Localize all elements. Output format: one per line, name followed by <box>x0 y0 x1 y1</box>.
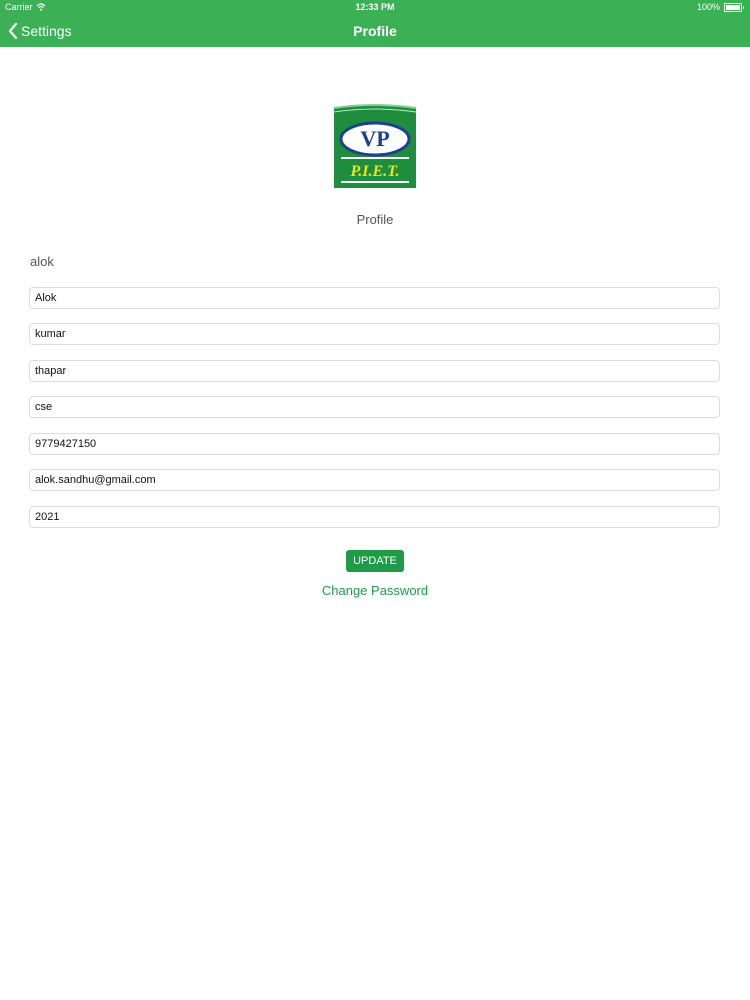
email-field[interactable] <box>29 469 720 491</box>
year-field[interactable] <box>29 506 720 528</box>
first-name-field[interactable] <box>29 287 720 309</box>
username-label: alok <box>30 254 54 269</box>
last-name-field[interactable] <box>29 360 720 382</box>
change-password-link[interactable]: Change Password <box>0 583 750 598</box>
clock: 12:33 PM <box>355 2 395 12</box>
update-button[interactable]: UPDATE <box>346 550 404 572</box>
battery-icon <box>724 2 742 12</box>
svg-text:VP: VP <box>360 126 389 151</box>
status-bar: Carrier 12:33 PM 100% <box>0 0 750 15</box>
navigation-bar: Carrier 12:33 PM 100% Settings Profile <box>0 0 750 47</box>
battery-indicator: 100% <box>697 2 744 12</box>
college-logo: VP P.I.E.T. <box>333 104 417 188</box>
middle-name-field[interactable] <box>29 323 720 345</box>
branch-field[interactable] <box>29 396 720 418</box>
page-title: Profile <box>353 23 397 39</box>
battery-tip <box>743 5 744 9</box>
battery-percent: 100% <box>696 2 720 12</box>
phone-field[interactable] <box>29 433 720 455</box>
profile-heading: Profile <box>356 212 394 227</box>
svg-text:P.I.E.T.: P.I.E.T. <box>350 163 400 180</box>
